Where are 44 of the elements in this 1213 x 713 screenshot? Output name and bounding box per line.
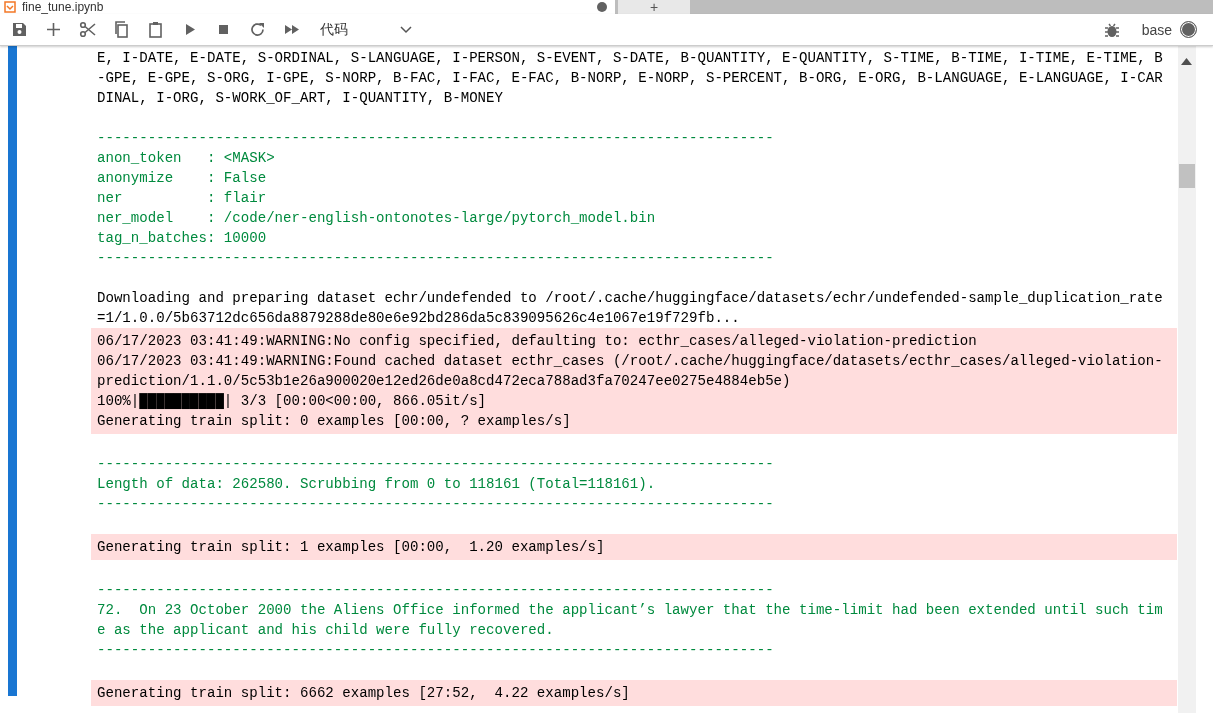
output-line: -------------------------------------------------------------------------------- — [97, 249, 774, 268]
progress-line: 100%|██████████| 3/3 [00:00<00:00, 866.05it/s] — [97, 392, 487, 411]
output-line: -------------------------------------------------------------------------------- — [97, 581, 774, 600]
save-icon[interactable] — [10, 21, 28, 38]
output-line: DINAL, I-ORG, S-WORK_OF_ART, I-QUANTITY, B-MONEY — [97, 89, 503, 108]
output-line: e as the applicant and his child were fully recovered. — [97, 621, 554, 640]
cut-icon[interactable] — [78, 21, 96, 38]
output-line: anon_token : <MASK> — [97, 149, 275, 168]
output-line: ner_model : /code/ner-english-ontonotes-large/pytorch_model.bin — [97, 209, 656, 228]
output-line: anonymize : False — [97, 169, 267, 188]
output-line: 06/17/2023 03:41:49:WARNING:No config specified, defaulting to: ecthr_cases/alleged-violation-prediction — [97, 332, 977, 351]
bug-icon[interactable] — [1103, 21, 1120, 38]
scroll-up-icon[interactable] — [1181, 58, 1192, 65]
output-line: 06/17/2023 03:41:49:WARNING:Found cached dataset ecthr_cases (/root/.cache/huggingface/datasets/ecthr_cases/alleged-violation- — [97, 352, 1163, 371]
output-line: 72. On 23 October 2000 the Aliens Office informed the applicant’s lawyer that the time-limit had been extended until such tim — [97, 601, 1163, 620]
copy-icon[interactable] — [112, 21, 130, 38]
output-line: Generating train split: 1 examples [00:00, 1.20 examples/s] — [97, 538, 605, 557]
output-line: -------------------------------------------------------------------------------- — [97, 495, 774, 514]
chevron-down-icon — [400, 25, 412, 34]
restart-icon[interactable] — [248, 21, 266, 38]
kernel-name[interactable]: base — [1141, 21, 1172, 38]
output-line: Length of data: 262580. Scrubbing from 0 to 118161 (Total=118161). — [97, 475, 656, 494]
output-line: =1/1.0.0/5b63712dc656da8879288de80e6e92bd286da5c839095626c4e1067e19f729fb... — [97, 309, 740, 328]
output-line: Generating train split: 0 examples [00:00, ? examples/s] — [97, 412, 571, 431]
notebook-icon — [4, 1, 16, 13]
notebook-tab[interactable]: fine_tune.ipynb — [0, 0, 615, 14]
active-cell-marker[interactable] — [8, 46, 17, 696]
output-line: tag_n_batches: 10000 — [97, 229, 267, 248]
output-line: E, I-DATE, E-DATE, S-ORDINAL, S-LANGUAGE, I-PERSON, S-EVENT, S-DATE, B-QUANTITY, E-QUANTITY, S-TIME, B-TIME, I-TIME, E-TIME, B — [97, 49, 1163, 68]
unsaved-dot-icon[interactable] — [597, 2, 607, 12]
output-line: ner : flair — [97, 189, 267, 208]
cell-type-dropdown[interactable]: 代码 — [316, 16, 416, 43]
output-line: prediction/1.1.0/5c53b1e26a900020e12ed26de0a8cd472eca788ad3fa70247ee0275e4884eb5e) — [97, 372, 791, 391]
output-line: -GPE, E-GPE, S-ORG, I-GPE, S-NORP, B-FAC, I-FAC, E-FAC, B-NORP, E-NORP, S-PERCENT, B-ORG, E-ORG, B-LANGUAGE, E-LANGUAGE, I-CAR — [97, 69, 1163, 88]
add-icon[interactable] — [44, 21, 62, 38]
output-line: -------------------------------------------------------------------------------- — [97, 455, 774, 474]
new-tab-button[interactable]: + — [618, 0, 690, 14]
scrollbar[interactable] — [1178, 46, 1196, 713]
output-line: -------------------------------------------------------------------------------- — [97, 129, 774, 148]
output-line: Downloading and preparing dataset echr/undefended to /root/.cache/huggingface/datasets/echr/undefended-sample_duplication_rate — [97, 289, 1163, 308]
output-line: Generating train split: 6662 examples [27:52, 4.22 examples/s] — [97, 684, 630, 703]
paste-icon[interactable] — [146, 21, 164, 38]
output-line: -------------------------------------------------------------------------------- — [97, 641, 774, 660]
scrollbar-thumb[interactable] — [1179, 164, 1195, 188]
